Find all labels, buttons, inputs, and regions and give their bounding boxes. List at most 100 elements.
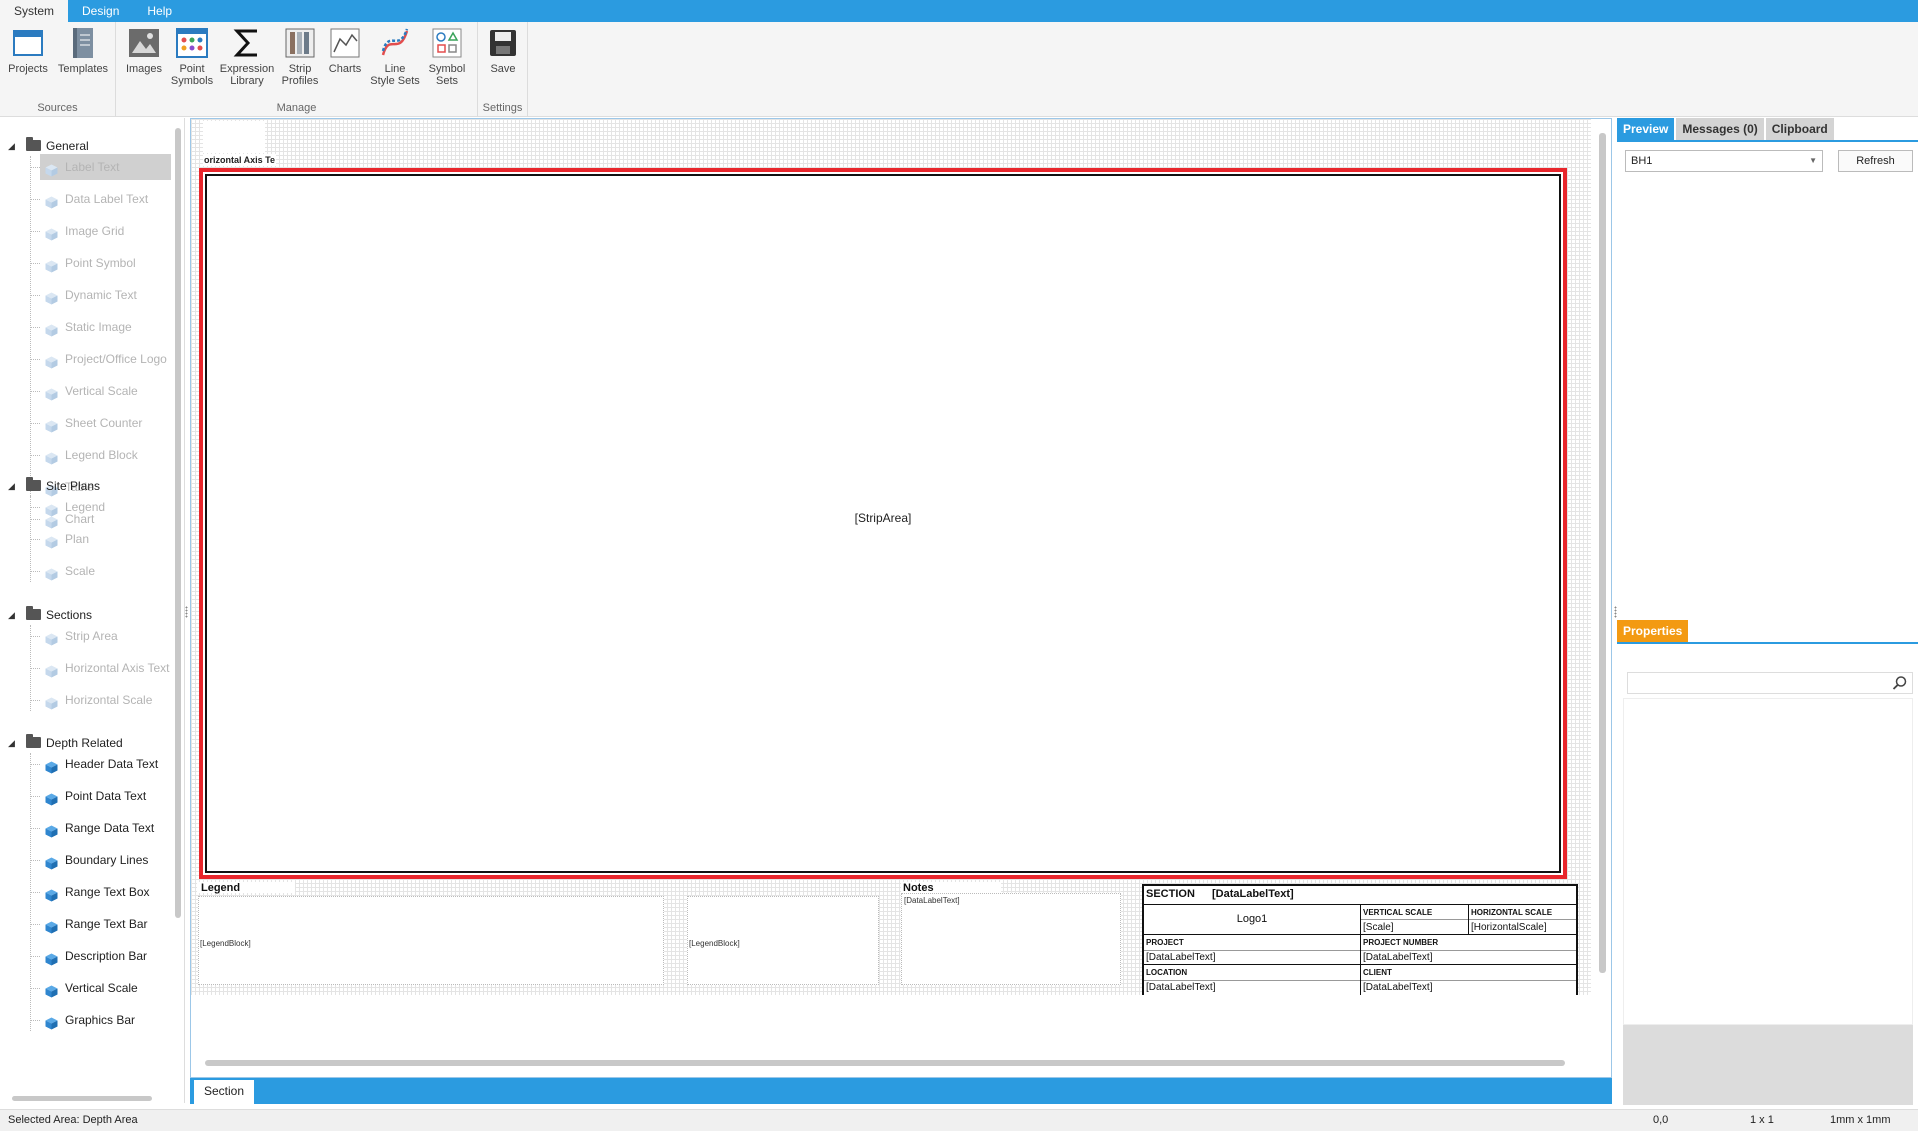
line-style-sets-button[interactable]: Line Style Sets [368, 26, 422, 87]
tree-item-header-data-text[interactable]: Header Data Text [40, 751, 171, 777]
legend-title[interactable]: Legend [201, 882, 240, 894]
line-style-label-2: Style Sets [370, 75, 420, 87]
tree-item-vertical-scale[interactable]: Vertical Scale [40, 378, 171, 404]
tree-item-strip-area[interactable]: Strip Area [40, 623, 171, 649]
tree-item-sheet-counter[interactable]: Sheet Counter [40, 410, 171, 436]
tree-item-boundary-lines[interactable]: Boundary Lines [40, 847, 171, 873]
cube-icon [45, 500, 58, 517]
collapse-triangle-icon[interactable]: ◢ [8, 732, 15, 754]
left-splitter[interactable] [185, 606, 188, 618]
tree-item-label: Point Data Text [65, 789, 147, 803]
projects-button[interactable]: Projects [6, 26, 50, 75]
tree-item-description-bar[interactable]: Description Bar [40, 943, 171, 969]
collapse-triangle-icon[interactable]: ◢ [8, 135, 15, 157]
horizontal-axis-area[interactable] [203, 121, 265, 153]
tab-properties[interactable]: Properties [1617, 620, 1689, 642]
strip-area-selection[interactable]: [StripArea] [199, 168, 1567, 879]
tree-item-scale[interactable]: Scale [40, 558, 171, 584]
cube-icon [45, 192, 58, 209]
menu-system[interactable]: System [0, 0, 69, 22]
tree-item-label: Sheet Counter [65, 416, 143, 430]
canvas-horizontal-scrollbar-thumb[interactable] [205, 1060, 1565, 1066]
images-button[interactable]: Images [122, 26, 166, 75]
tree-item-label: Horizontal Axis Text [65, 661, 170, 675]
tree-horizontal-scrollbar[interactable] [0, 1093, 175, 1103]
tree-item-label: Strip Area [65, 629, 118, 643]
sigma-icon [231, 26, 263, 60]
properties-search-input[interactable] [1627, 672, 1913, 694]
projects-icon [12, 26, 44, 60]
tree-item-dynamic-text[interactable]: Dynamic Text [40, 282, 171, 308]
tree-item-horizontal-axis-text[interactable]: Horizontal Axis Text [40, 655, 171, 681]
tab-section[interactable]: Section [194, 1080, 255, 1104]
notes-block[interactable]: [DataLabelText] [901, 893, 1121, 985]
cube-icon [45, 885, 58, 902]
refresh-button[interactable]: Refresh [1838, 150, 1913, 172]
tree-item-data-label-text[interactable]: Data Label Text [40, 186, 171, 212]
tree-item-legend[interactable]: Legend [40, 494, 171, 520]
strip-profiles-button[interactable]: Strip Profiles [278, 26, 322, 87]
preview-tabs-underline [1617, 140, 1918, 142]
tree-item-point-data-text[interactable]: Point Data Text [40, 783, 171, 809]
legend-block-2[interactable]: [LegendBlock] [687, 896, 879, 985]
tree-item-plan[interactable]: Plan [40, 526, 171, 552]
canvas-grid[interactable]: orizontal Axis Te [StripArea] Legend [Le… [191, 119, 1591, 997]
tree-vertical-scrollbar[interactable] [174, 118, 182, 1103]
tree-connector [30, 1020, 40, 1021]
tree-item-vertical-scale[interactable]: Vertical Scale [40, 975, 171, 1001]
cube-icon [45, 757, 58, 774]
tree-item-range-data-text[interactable]: Range Data Text [40, 815, 171, 841]
tree-item-horizontal-scale[interactable]: Horizontal Scale [40, 687, 171, 713]
design-canvas[interactable]: orizontal Axis Te [StripArea] Legend [Le… [190, 118, 1612, 1078]
sheet-tab-bar: Section [190, 1078, 1612, 1104]
properties-grid [1623, 698, 1913, 1025]
tree-item-point-symbol[interactable]: Point Symbol [40, 250, 171, 276]
tree-item-graphics-bar[interactable]: Graphics Bar [40, 1007, 171, 1033]
tree-item-project-office-logo[interactable]: Project/Office Logo [40, 346, 171, 372]
cube-icon [45, 981, 58, 998]
point-symbols-button[interactable]: Point Symbols [168, 26, 216, 87]
project-number-label: PROJECT NUMBER [1363, 938, 1439, 947]
expression-library-button[interactable]: Expression Library [218, 26, 276, 87]
tree-item-label-text[interactable]: Label Text [40, 154, 171, 180]
tree-item-label: Boundary Lines [65, 853, 149, 867]
canvas-vertical-scrollbar-thumb[interactable] [1599, 133, 1606, 973]
legend-block-1[interactable]: [LegendBlock] [198, 896, 664, 985]
line-style-icon [379, 26, 411, 60]
strip-area[interactable]: [StripArea] [205, 174, 1561, 873]
tree-item-range-text-box[interactable]: Range Text Box [40, 879, 171, 905]
tree-item-image-grid[interactable]: Image Grid [40, 218, 171, 244]
title-block[interactable]: SECTION [DataLabelText] Logo1 VERTICAL S… [1142, 884, 1578, 997]
vertical-scale-label: VERTICAL SCALE [1363, 908, 1433, 917]
tree-item-legend-block[interactable]: Legend Block [40, 442, 171, 468]
search-icon[interactable] [1892, 675, 1908, 691]
save-icon [487, 26, 519, 60]
tab-preview[interactable]: Preview [1617, 118, 1675, 140]
cube-icon [45, 160, 58, 177]
symbol-sets-button[interactable]: Symbol Sets [424, 26, 470, 87]
save-button[interactable]: Save [482, 26, 524, 75]
status-unit: 1mm x 1mm [1830, 1114, 1891, 1126]
charts-button[interactable]: Charts [324, 26, 366, 75]
menu-design[interactable]: Design [68, 0, 133, 22]
tree-item-static-image[interactable]: Static Image [40, 314, 171, 340]
menu-help[interactable]: Help [133, 0, 186, 22]
tree-item-label: Dynamic Text [65, 288, 137, 302]
canvas-vertical-scrollbar[interactable] [1597, 119, 1607, 999]
templates-button[interactable]: Templates [56, 26, 110, 75]
collapse-triangle-icon[interactable]: ◢ [8, 475, 15, 497]
tree-item-label: Project/Office Logo [65, 352, 167, 366]
horizontal-axis-text-label[interactable]: orizontal Axis Te [203, 154, 277, 166]
tree-vertical-scrollbar-thumb[interactable] [175, 128, 181, 918]
tab-messages[interactable]: Messages (0) [1676, 118, 1764, 140]
collapse-triangle-icon[interactable]: ◢ [8, 604, 15, 626]
tree-horizontal-scrollbar-thumb[interactable] [12, 1096, 152, 1101]
cube-icon [45, 288, 58, 305]
status-coordinates: 0,0 [1653, 1114, 1669, 1126]
borehole-select[interactable]: BH1 ▼ [1625, 150, 1823, 172]
tree-item-range-text-bar[interactable]: Range Text Bar [40, 911, 171, 937]
canvas-horizontal-scrollbar[interactable] [191, 1055, 1591, 1069]
legend-block-2-label: [LegendBlock] [689, 939, 740, 948]
projects-label: Projects [8, 63, 48, 75]
tab-clipboard[interactable]: Clipboard [1765, 118, 1834, 140]
